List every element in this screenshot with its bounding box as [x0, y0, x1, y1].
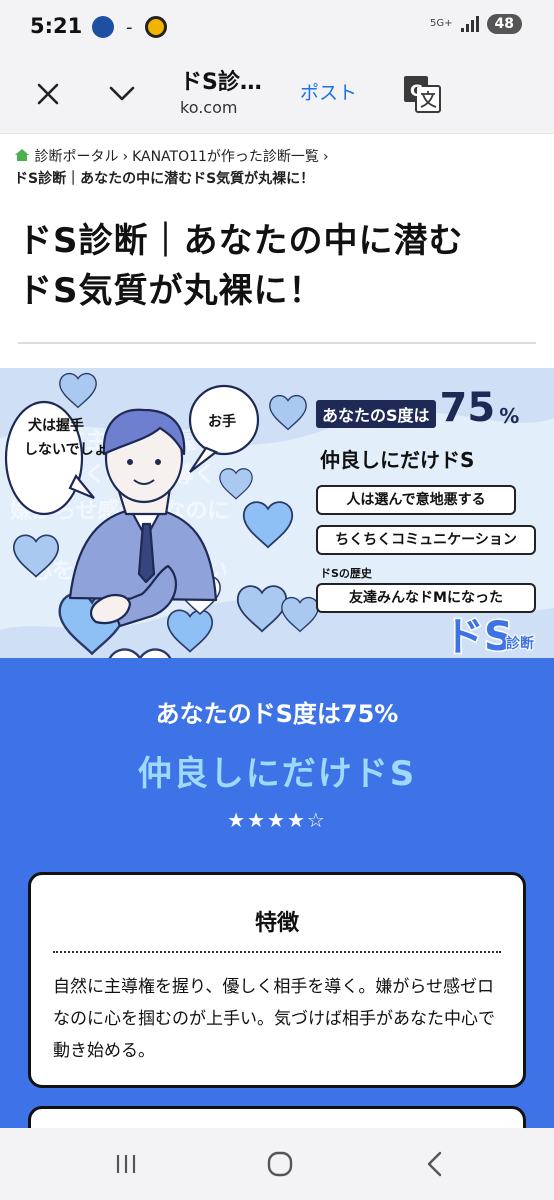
- svg-text:G: G: [410, 81, 423, 100]
- hero-history: 友達みんなドMになった: [316, 583, 536, 613]
- network-label: 5G+: [430, 18, 453, 29]
- page-title: ドS診…: [180, 70, 262, 95]
- status-separator: -: [126, 16, 133, 38]
- back-icon[interactable]: [414, 1146, 454, 1182]
- breadcrumb: 診断ポータル › KANATO11が作った診断一覧 › ドS診断｜あなたの中に潜むドS…: [0, 134, 554, 190]
- svg-text:しないでしょ: しないでしょ: [24, 442, 108, 458]
- close-icon[interactable]: [28, 74, 68, 114]
- page-domain: ko.com: [180, 98, 238, 117]
- breadcrumb-current: ドS診断｜あなたの中に潜むドS気質が丸裸に！: [14, 171, 315, 187]
- svg-text:お手: お手: [208, 413, 236, 430]
- feature-title: 特徴: [254, 911, 299, 936]
- result-type-name: 仲良しにだけドS: [137, 754, 417, 794]
- chevron-down-icon[interactable]: [102, 74, 142, 114]
- svg-text:ドS: ドS: [444, 614, 513, 658]
- heading-line-1: ドS診断｜あなたの中に潜む: [18, 221, 464, 261]
- signal-icon: [460, 16, 479, 32]
- chevron-right-icon: ›: [322, 149, 329, 165]
- breadcrumb-creator-link[interactable]: KANATO11が作った診断一覧: [132, 149, 319, 165]
- home-icon[interactable]: [14, 149, 34, 165]
- result-score: あなたのドS度は75%: [155, 700, 399, 728]
- hero-trait-1: 人は選んで意地悪する: [316, 485, 516, 515]
- hero-score-number: 75: [439, 385, 496, 431]
- status-bar: 5:21 - 5G+ 48: [0, 0, 554, 56]
- next-card: [28, 1106, 526, 1128]
- svg-text:犬は握手: 犬は握手: [28, 417, 84, 434]
- hero-trait-2: ちくちくコミュニケーション: [316, 525, 536, 555]
- post-button[interactable]: ポスト: [300, 78, 357, 105]
- status-time: 5:21: [30, 14, 83, 38]
- app-notification-icon: [144, 16, 167, 38]
- divider: [18, 342, 536, 344]
- page-heading: ドS診断｜あなたの中に潜む ドS気質が丸裸に！: [0, 190, 554, 316]
- home-icon[interactable]: [260, 1146, 300, 1182]
- battery-indicator: 48: [486, 14, 522, 34]
- translate-icon[interactable]: G: [402, 74, 442, 114]
- result-section: あなたのドS度は75% 仲良しにだけドS ★★★★☆ 特徴 自然に主導権を握り、…: [0, 658, 554, 1128]
- browser-toolbar: ドS診… ko.com ポスト G: [0, 56, 554, 134]
- hero-type-name: 仲良しにだけドS: [320, 448, 475, 472]
- hero-result-panel: あなたのS度は 75 % 仲良しにだけドS 人は選んで意地悪する ちくちくコミュ…: [316, 388, 536, 613]
- feature-text: 自然に主導権を握り、優しく相手を導く。嫌がらせ感ゼロなのに心を掴むのが上手い。気…: [53, 977, 495, 1061]
- page-title-block[interactable]: ドS診… ko.com: [180, 64, 262, 117]
- page-content: 診断ポータル › KANATO11が作った診断一覧 › ドS診断｜あなたの中に潜むドS…: [0, 134, 554, 1128]
- system-nav-bar: [0, 1128, 554, 1200]
- feature-card: 特徴 自然に主導権を握り、優しく相手を導く。嫌がらせ感ゼロなのに心を掴むのが上手…: [28, 872, 526, 1088]
- app-notification-icon: [92, 16, 114, 38]
- heading-line-2: ドS気質が丸裸に！: [18, 271, 324, 311]
- chevron-right-icon: ›: [122, 149, 129, 165]
- hero-score-unit: %: [499, 404, 520, 428]
- result-image: 自然に主導権を握り 優しく相手を導く 嫌がらせ感ゼロなのに 心を掴むのが上手い: [0, 368, 554, 658]
- breadcrumb-home-link[interactable]: 診断ポータル: [34, 149, 118, 165]
- result-stars: ★★★★☆: [227, 808, 327, 832]
- hero-history-label: ドSの歴史: [320, 567, 372, 580]
- hero-score-prefix: あなたのS度は: [316, 400, 436, 428]
- svg-text:診断: 診断: [506, 635, 534, 652]
- recent-apps-icon[interactable]: [106, 1146, 146, 1182]
